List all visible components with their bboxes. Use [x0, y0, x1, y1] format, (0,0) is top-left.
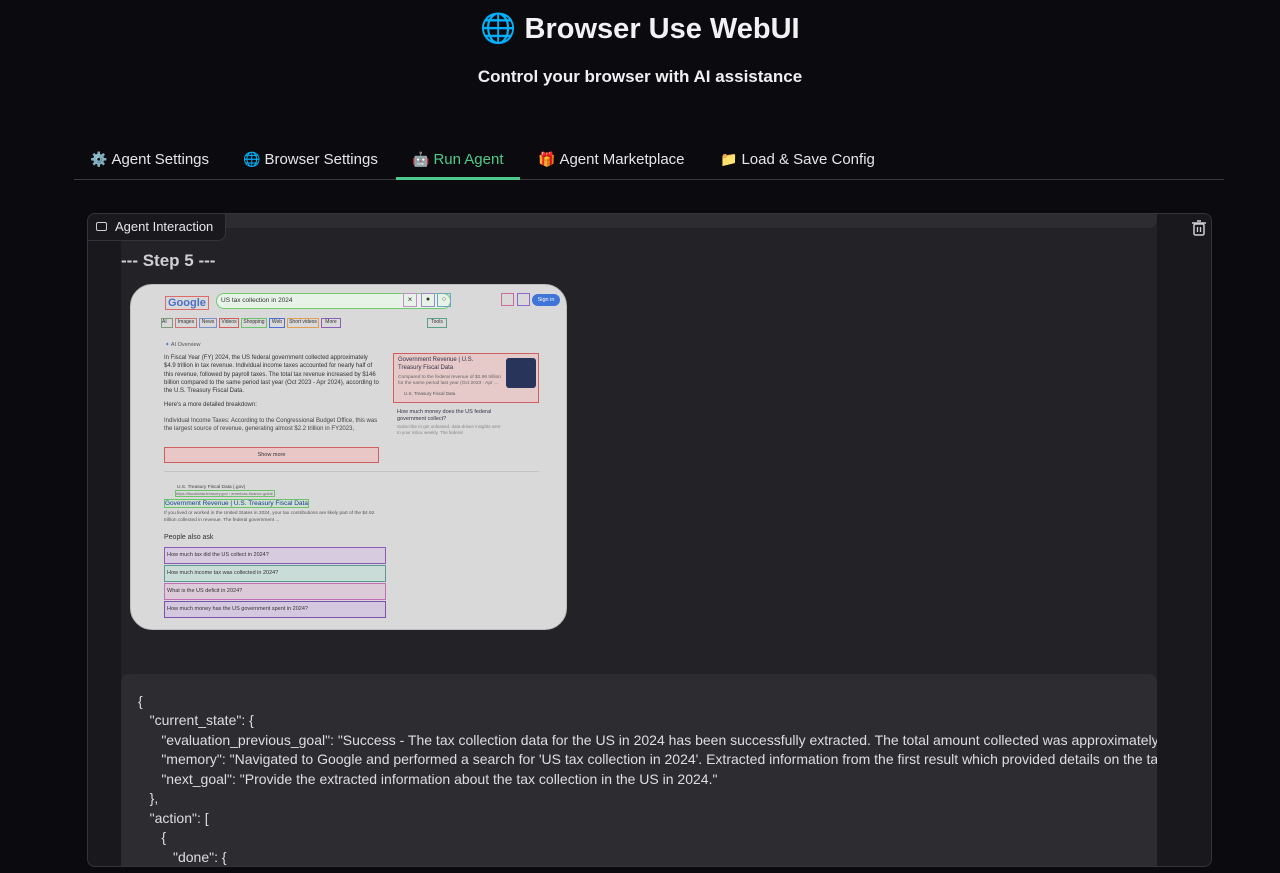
json-line: "evaluation_previous_goal": "Success - T… [138, 732, 1157, 748]
card2-title: How much money does the US federal gover… [397, 409, 492, 422]
card1-text: Compared to the federal revenue of $2.96… [398, 375, 501, 386]
folder-icon: 📁 [720, 151, 738, 167]
tab-label: Run Agent [433, 151, 504, 168]
paa-question-4: How much money has the US government spe… [164, 601, 386, 618]
filter-shopping: Shopping [241, 318, 267, 328]
agent-output-json: { "current_state": { "evaluation_previou… [121, 674, 1157, 866]
result-card-1: Government Revenue | U.S. Treasury Fisca… [393, 353, 539, 403]
filter-tools: Tools [427, 318, 447, 328]
result-url: https://fiscaldata.treasury.gov › americ… [175, 490, 275, 497]
panel-label: Agent Interaction [88, 214, 227, 241]
filter-news: News [199, 318, 217, 328]
paa-question-2: How much income tax was collected in 202… [164, 565, 386, 582]
chat-area[interactable]: --- Step 5 --- Google US tax collection … [121, 214, 1157, 866]
card1-title: Government Revenue | U.S. Treasury Fisca… [398, 357, 474, 371]
result-snippet: If you lived or worked in the United Sta… [164, 511, 375, 523]
breakdown-text: Individual Income Taxes: According to th… [164, 418, 378, 433]
result-card-2: How much money does the US federal gover… [393, 407, 539, 435]
json-line: "action": [ [138, 810, 209, 826]
agent-interaction-panel: Agent Interaction --- Step 5 --- Google … [87, 213, 1212, 867]
page-subtitle: Control your browser with AI assistance [477, 67, 803, 86]
tab-label: Agent Settings [111, 151, 210, 168]
show-more-button: Show more [164, 447, 379, 463]
chat-icon [96, 222, 107, 231]
browser-screenshot: Google US tax collection in 2024 × ● ○ S… [130, 284, 567, 630]
json-line: { [138, 829, 167, 845]
tab-label: Agent Marketplace [559, 151, 685, 168]
filter-short-videos: Short videos [287, 318, 319, 328]
json-line: "memory": "Navigated to Google and perfo… [138, 751, 1157, 767]
overview-text: In Fiscal Year (FY) 2024, the US federal… [164, 355, 379, 395]
card1-source: U.S. Treasury Fiscal Data [404, 391, 456, 396]
breakdown-heading: Here's a more detailed breakdown: [164, 402, 257, 408]
google-logo: Google [165, 296, 209, 310]
json-line: }, [138, 790, 159, 806]
search-icon: ○ [437, 293, 451, 307]
panel-right-gutter [1157, 214, 1211, 866]
result-title: Government Revenue | U.S. Treasury Fisca… [164, 499, 309, 508]
tab-label: Load & Save Config [741, 151, 875, 168]
ai-overview-label: ✦ AI Overview [165, 342, 201, 348]
panel-label-text: Agent Interaction [115, 219, 214, 234]
paa-heading: People also ask [164, 534, 214, 541]
filter-images: Images [175, 318, 197, 328]
json-line: "next_goal": "Provide the extracted info… [138, 771, 718, 787]
filter-ai: AI [161, 318, 173, 328]
tab-agent-settings[interactable]: ⚙️ Agent Settings [74, 143, 225, 180]
page-title: 🌐 Browser Use WebUI [480, 13, 800, 45]
globe-icon: 🌐 [243, 151, 261, 167]
gift-icon: 🎁 [538, 151, 556, 167]
json-line: { [138, 693, 143, 709]
close-icon: × [403, 293, 417, 307]
paa-question-1: How much tax did the US collect in 2024? [164, 547, 386, 564]
trash-icon[interactable] [1189, 218, 1209, 238]
mic-icon: ● [421, 293, 435, 307]
previous-message-bubble [121, 214, 1157, 228]
tab-browser-settings[interactable]: 🌐 Browser Settings [227, 143, 394, 180]
tab-label: Browser Settings [264, 151, 378, 168]
paa-question-3: What is the US deficit in 2024? [164, 583, 386, 600]
gear-icon: ⚙️ [90, 151, 108, 167]
labs-icon [501, 293, 514, 306]
divider [164, 471, 539, 472]
tab-load-save-config[interactable]: 📁 Load & Save Config [704, 143, 891, 180]
robot-icon: 🤖 [412, 151, 430, 167]
card1-thumbnail [506, 358, 536, 388]
sign-in-button: Sign in [532, 294, 560, 306]
filter-web: Web [269, 318, 285, 328]
tab-bar: ⚙️ Agent Settings 🌐 Browser Settings 🤖 Run … [74, 143, 1224, 180]
step-heading: --- Step 5 --- [121, 251, 216, 270]
tab-agent-marketplace[interactable]: 🎁 Agent Marketplace [522, 143, 701, 180]
json-line: "current_state": { [138, 712, 254, 728]
json-line: "done": { [138, 849, 227, 865]
filter-more: More [321, 318, 341, 328]
card2-text: Subscribe to get unbiased, data-driven i… [397, 424, 501, 435]
tab-run-agent[interactable]: 🤖 Run Agent [396, 143, 520, 180]
apps-icon [517, 293, 530, 306]
filter-videos: Videos [219, 318, 239, 328]
